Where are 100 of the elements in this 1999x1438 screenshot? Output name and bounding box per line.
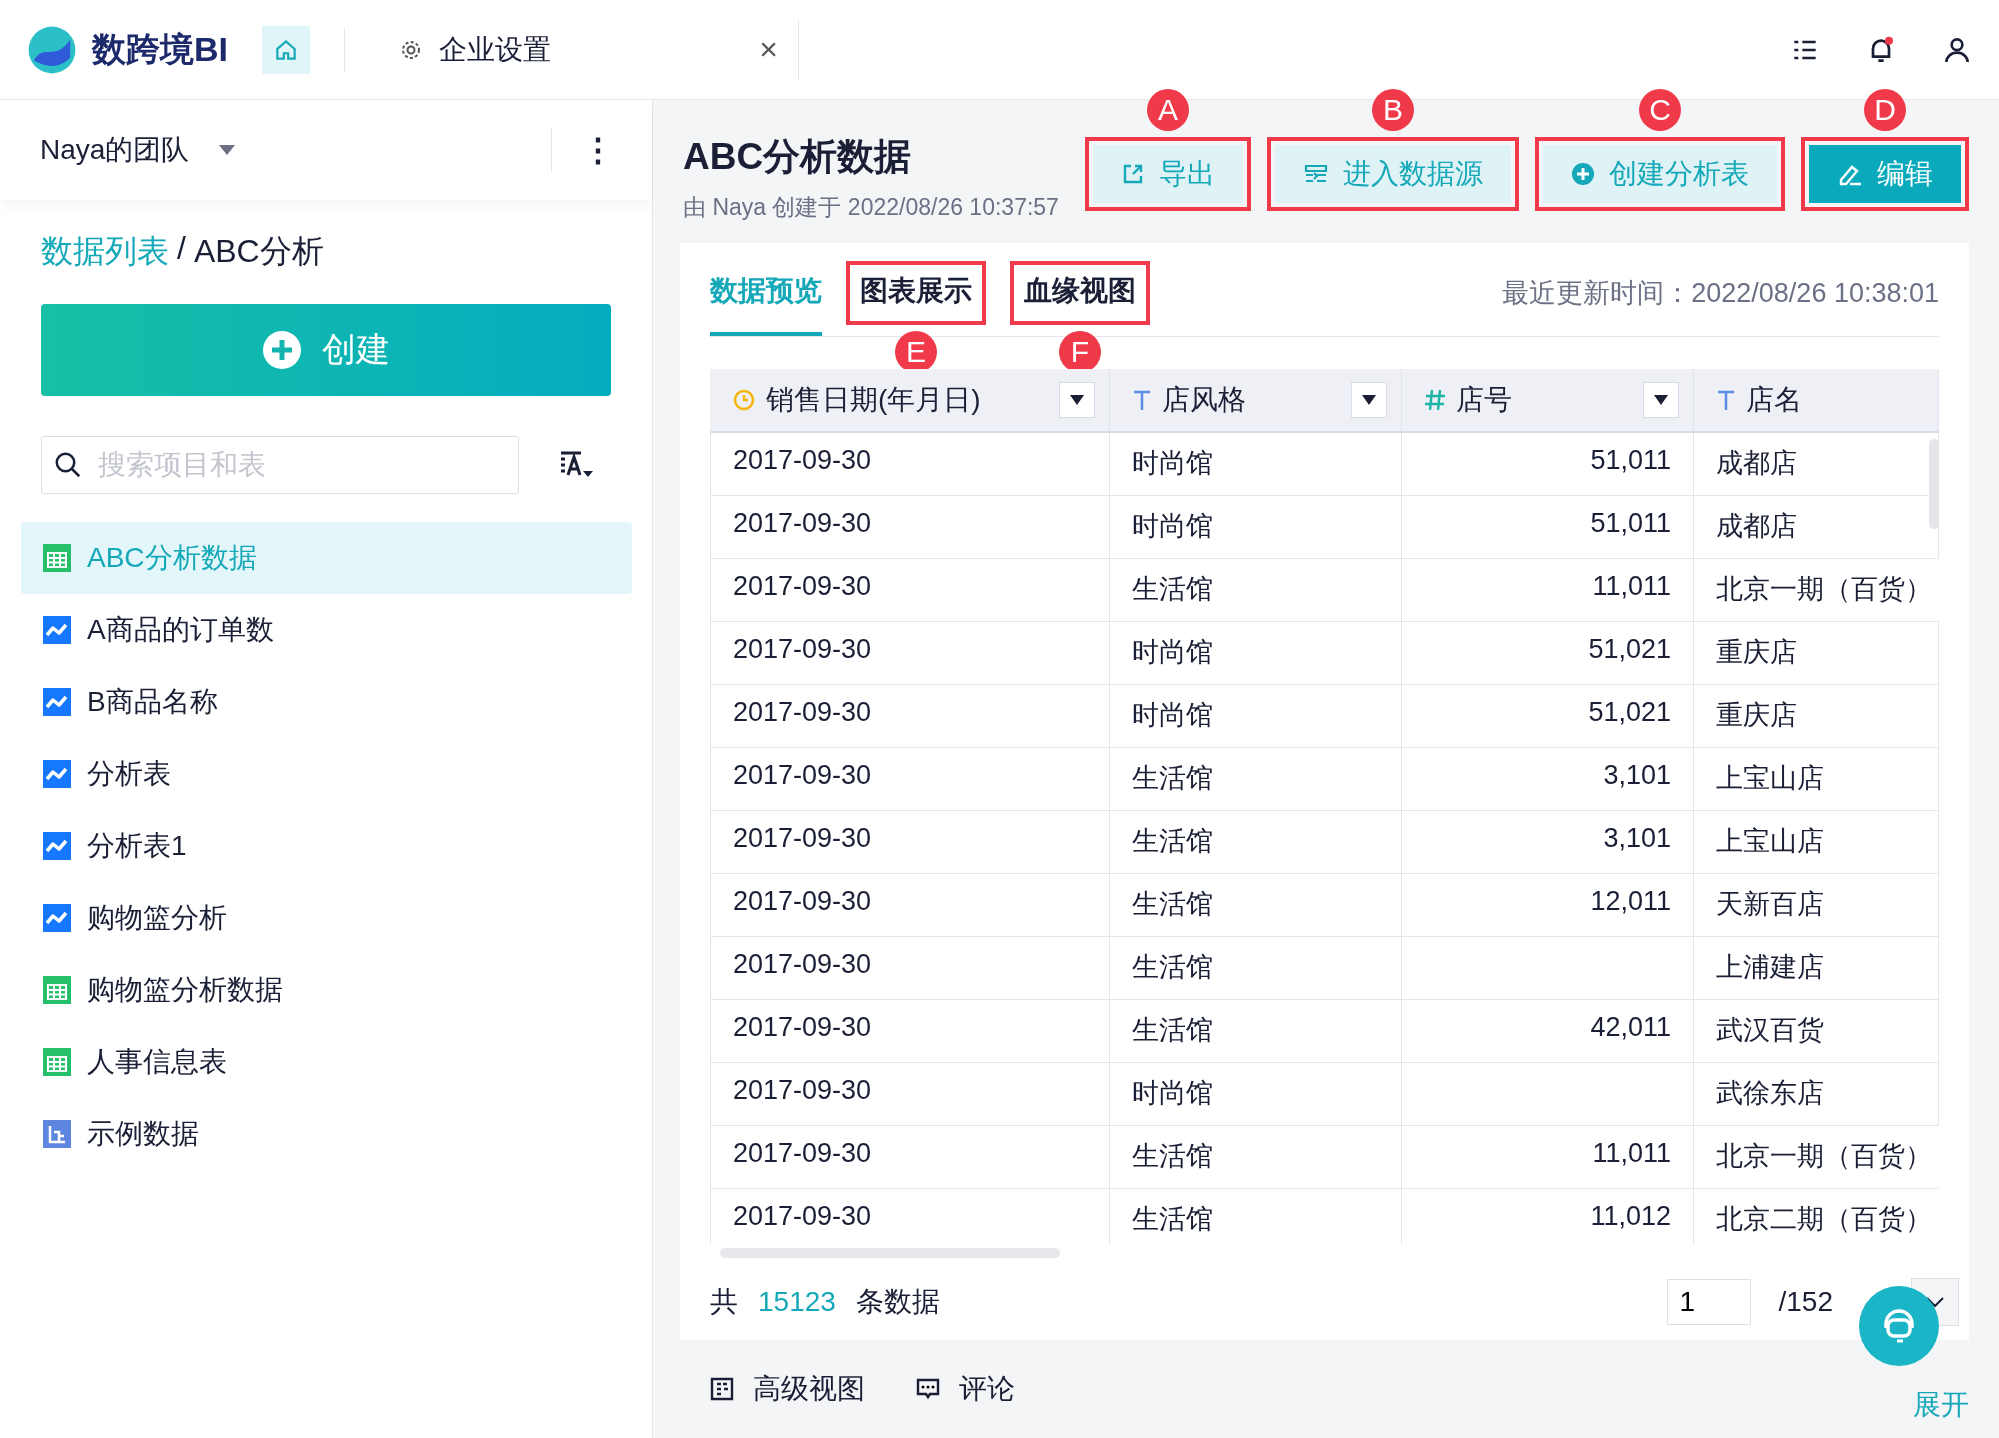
table-cell: 2017-09-30 xyxy=(733,445,872,475)
total-label: 共 xyxy=(710,1285,738,1319)
table-cell: 上宝山店 xyxy=(1716,826,1824,856)
clock-icon xyxy=(732,388,756,412)
table-cell: 11,011 xyxy=(1592,571,1671,601)
caret-icon xyxy=(1362,395,1376,405)
callout-badge: A xyxy=(1147,89,1189,131)
line-chart-icon xyxy=(43,832,71,860)
total-label: 条数据 xyxy=(855,1285,940,1319)
table-cell: 2017-09-30 xyxy=(733,571,872,601)
breadcrumb-separator: / xyxy=(177,230,186,268)
column-menu-button[interactable] xyxy=(1351,382,1387,418)
table-cell: 时尚馆 xyxy=(1132,511,1213,541)
page-input[interactable]: 1 xyxy=(1666,1279,1751,1325)
footer-button[interactable]: 评论 xyxy=(915,1370,1015,1408)
table-cell: 2017-09-30 xyxy=(733,1075,872,1105)
text-type-icon xyxy=(1716,388,1736,412)
table-cell: 北京一期（百货） xyxy=(1716,1141,1932,1171)
table-cell: 时尚馆 xyxy=(1132,637,1213,667)
table-cell: 北京二期（百货） xyxy=(1716,1204,1932,1234)
table-cell: 2017-09-30 xyxy=(733,508,872,538)
column-header[interactable]: 店风格 xyxy=(1110,369,1402,431)
table-cell: 11,012 xyxy=(1590,1201,1671,1231)
sidebar-item[interactable]: 购物篮分析 xyxy=(21,882,632,954)
home-button[interactable] xyxy=(262,25,310,74)
number-type-icon xyxy=(1424,388,1446,412)
export-icon xyxy=(1121,162,1145,186)
table-cell: 生活馆 xyxy=(1132,1204,1213,1234)
table-cell: 2017-09-30 xyxy=(733,1012,872,1042)
scrollbar[interactable] xyxy=(1929,439,1939,529)
table-cell: 3,101 xyxy=(1603,760,1671,790)
sidebar-item[interactable]: B商品名称 xyxy=(21,666,632,738)
plus-icon xyxy=(1571,162,1595,186)
page-count: /152 xyxy=(1778,1286,1833,1318)
table-cell: 51,011 xyxy=(1590,508,1671,538)
caret-icon[interactable] xyxy=(219,145,236,155)
sidebar-item[interactable]: 示例数据 xyxy=(21,1098,632,1170)
search-icon xyxy=(53,450,83,480)
app-name: 数跨境BI xyxy=(92,28,228,70)
table-cell: 时尚馆 xyxy=(1132,448,1213,478)
table-cell: 生活馆 xyxy=(1132,826,1213,856)
more-button[interactable]: ⋮ xyxy=(582,131,612,169)
tab-label: 企业设置 xyxy=(439,32,552,67)
table-cell: 3,101 xyxy=(1603,823,1671,853)
sidebar-item[interactable]: A商品的订单数 xyxy=(21,594,632,666)
table-cell: 上浦建店 xyxy=(1716,952,1824,982)
footer-button[interactable]: 高级视图 xyxy=(709,1370,865,1408)
table-cell: 武汉百货 xyxy=(1716,1015,1824,1045)
table-cell: 武徐东店 xyxy=(1716,1078,1824,1108)
table-cell: 11,011 xyxy=(1592,1138,1671,1168)
table-cell: 51,021 xyxy=(1588,634,1671,664)
callout-badge: C xyxy=(1639,89,1681,131)
table-cell: 生活馆 xyxy=(1132,1015,1213,1045)
table-cell: 2017-09-30 xyxy=(733,697,872,727)
team-name[interactable]: Naya的团队 xyxy=(40,131,190,169)
table-cell: 2017-09-30 xyxy=(733,886,872,916)
sidebar-item[interactable]: 分析表1 xyxy=(21,810,632,882)
table-cell: 生活馆 xyxy=(1132,1141,1213,1171)
column-menu-button[interactable] xyxy=(1059,382,1095,418)
table-cell: 51,021 xyxy=(1588,697,1671,727)
table-cell: 时尚馆 xyxy=(1132,700,1213,730)
column-header[interactable]: 销售日期(年月日) xyxy=(710,369,1110,431)
sidebar-item[interactable]: 购物篮分析数据 xyxy=(21,954,632,1026)
line-chart-icon xyxy=(43,760,71,788)
page-tab[interactable]: 企业设置 × xyxy=(379,19,799,80)
table-icon xyxy=(43,544,71,572)
page-title: ABC分析数据 xyxy=(683,135,913,179)
table-cell: 成都店 xyxy=(1716,448,1797,478)
table-cell: 北京一期（百货） xyxy=(1716,574,1932,604)
table-icon xyxy=(43,976,71,1004)
table-cell: 重庆店 xyxy=(1716,637,1797,667)
line-chart-icon xyxy=(43,904,71,932)
breadcrumb-current: ABC分析 xyxy=(193,232,324,271)
table-cell: 42,011 xyxy=(1590,1012,1671,1042)
caret-icon xyxy=(1654,395,1668,405)
table-cell: 2017-09-30 xyxy=(733,634,872,664)
search-field[interactable]: 搜索项目和表 xyxy=(41,436,519,494)
table-cell: 12,011 xyxy=(1590,886,1671,916)
callout-badge: D xyxy=(1864,89,1906,131)
table-cell: 2017-09-30 xyxy=(733,823,872,853)
column-header[interactable]: 店号 xyxy=(1402,369,1694,431)
table-cell: 生活馆 xyxy=(1132,574,1213,604)
sidebar-item[interactable]: 分析表 xyxy=(21,738,632,810)
table-cell: 生活馆 xyxy=(1132,889,1213,919)
table-cell: 2017-09-30 xyxy=(733,1138,872,1168)
column-header[interactable]: 店名 xyxy=(1694,369,1939,431)
table-cell: 上宝山店 xyxy=(1716,763,1824,793)
scrollbar[interactable] xyxy=(720,1248,1060,1258)
text-type-icon xyxy=(1132,388,1152,412)
outline-icon xyxy=(709,1376,735,1402)
table-cell: 生活馆 xyxy=(1132,952,1213,982)
update-time: 最近更新时间：2022/08/26 10:38:01 xyxy=(1502,276,1939,310)
total-count: 15123 xyxy=(758,1286,836,1318)
table-cell: 成都店 xyxy=(1716,511,1797,541)
table-cell: 2017-09-30 xyxy=(733,949,872,979)
sidebar-item[interactable]: 人事信息表 xyxy=(21,1026,632,1098)
table-cell: 时尚馆 xyxy=(1132,1078,1213,1108)
callout-badge: B xyxy=(1372,89,1414,131)
close-icon[interactable]: × xyxy=(759,31,778,68)
column-menu-button[interactable] xyxy=(1643,382,1679,418)
